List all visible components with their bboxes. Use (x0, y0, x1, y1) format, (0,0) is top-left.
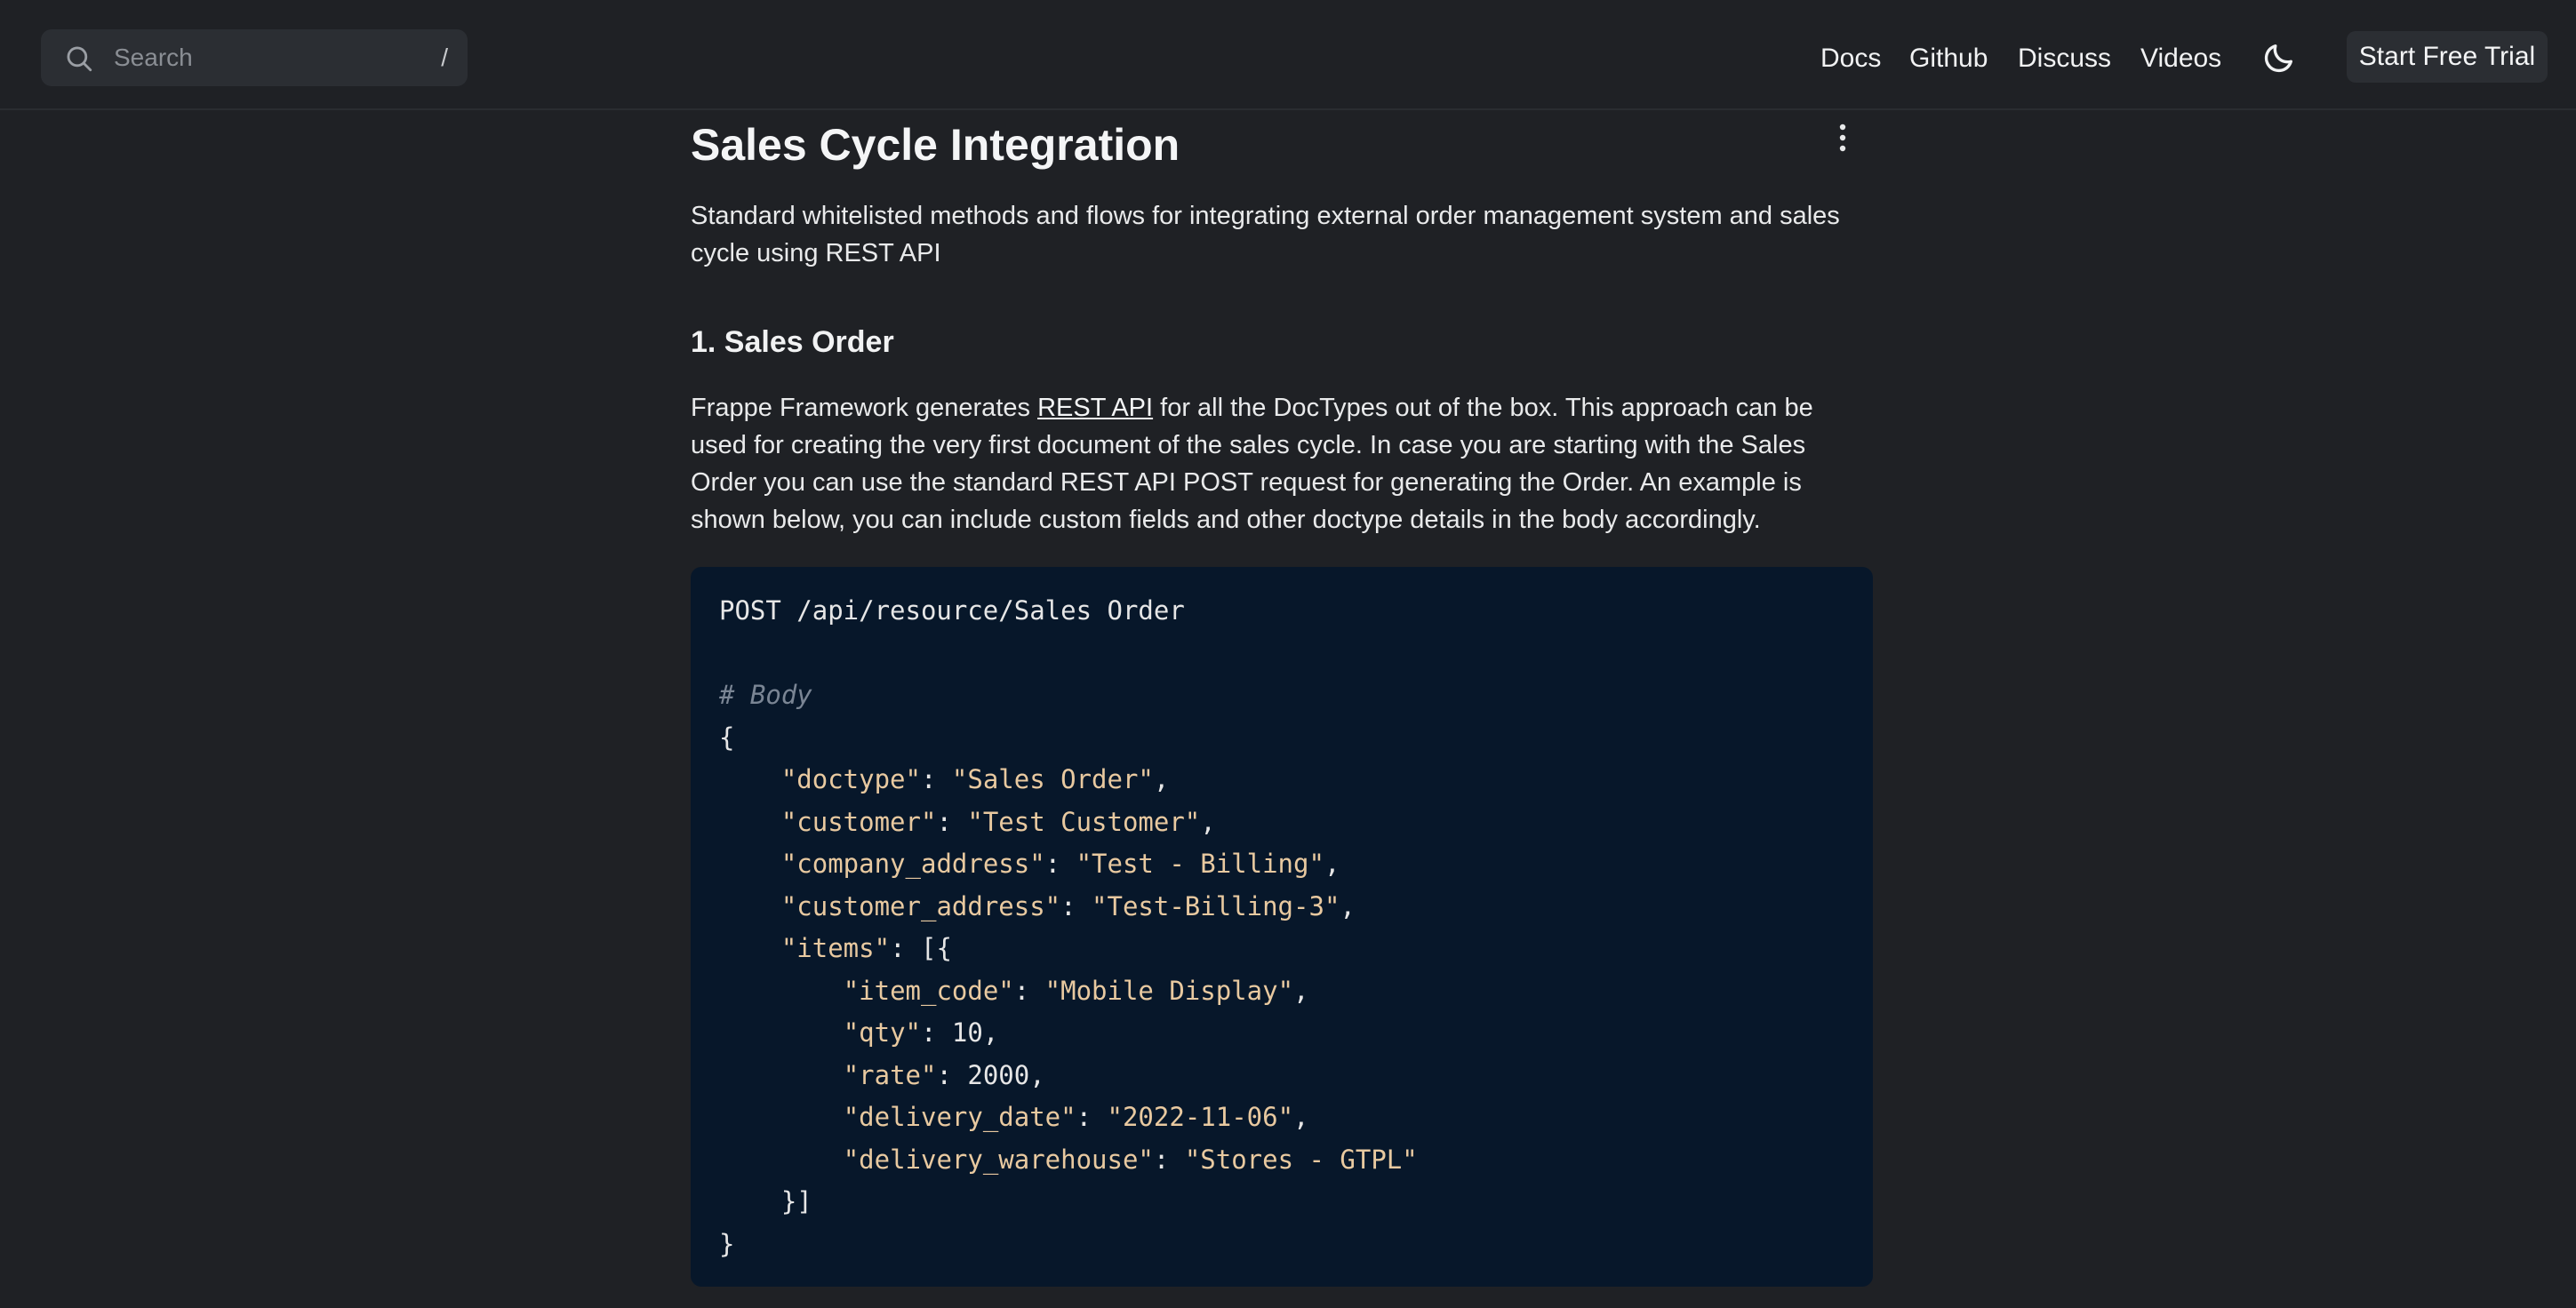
body-paragraph: Frappe Framework generates REST API for … (691, 389, 1873, 538)
moon-icon[interactable] (2261, 40, 2297, 76)
code-brace: }] (780, 1186, 812, 1216)
more-options-icon[interactable] (1834, 123, 1852, 153)
code-line: "customer_address": "Test-Billing-3", (780, 890, 1356, 921)
search-box[interactable]: / (41, 29, 468, 86)
intro-paragraph: Standard whitelisted methods and flows f… (691, 202, 1840, 267)
code-line: POST /api/resource/Sales Order (719, 590, 1844, 633)
code-line: } (719, 1224, 1844, 1266)
search-shortcut-hint: / (441, 44, 448, 71)
code-key: "items" (780, 933, 891, 963)
search-input[interactable] (112, 36, 432, 79)
code-key: "item_code" (843, 975, 1014, 1006)
code-line: "customer": "Test Customer", (780, 806, 1216, 837)
code-value: "Sales Order" (951, 764, 1154, 794)
code-key: "rate" (843, 1059, 937, 1090)
code-line: "items": [{ (780, 933, 952, 963)
code-key: "qty" (843, 1017, 921, 1048)
code-value: "2022-11-06" (1107, 1102, 1294, 1132)
code-brace: { (719, 722, 735, 753)
code-value: 10 (951, 1017, 983, 1048)
code-line: "rate": 2000, (843, 1059, 1045, 1090)
code-line: "item_code": "Mobile Display", (843, 975, 1309, 1006)
code-line: { (719, 717, 1844, 760)
code-line: "doctype": "Sales Order", (780, 764, 1170, 794)
code-line: "delivery_warehouse": "Stores - GTPL" (843, 1144, 1418, 1175)
code-line: }] (719, 1181, 1844, 1224)
code-value: "Mobile Display" (1044, 975, 1294, 1006)
nav-docs-link[interactable]: Docs (1820, 39, 1881, 78)
code-value: "Test - Billing" (1076, 849, 1324, 879)
rest-api-link[interactable]: REST API (1037, 394, 1153, 422)
search-icon (67, 46, 92, 72)
code-value: "Test-Billing-3" (1092, 890, 1340, 921)
code-line: "company_address": "Test - Billing", (780, 849, 1340, 879)
code-key: "delivery_date" (843, 1102, 1076, 1132)
page-title: Sales Cycle Integration (691, 120, 1180, 170)
code-line: "delivery_date": "2022-11-06", (843, 1102, 1309, 1132)
code-value: "Test Customer" (967, 806, 1201, 837)
nav-github-link[interactable]: Github (1909, 39, 1988, 78)
code-key: "customer_address" (780, 890, 1061, 921)
code-brace: } (719, 1228, 735, 1259)
start-free-trial-button[interactable]: Start Free Trial (2347, 31, 2548, 83)
code-block: POST /api/resource/Sales Order # Body { … (691, 567, 1873, 1287)
code-value: 2000 (967, 1059, 1030, 1090)
code-key: "doctype" (780, 764, 921, 794)
code-key: "delivery_warehouse" (843, 1144, 1154, 1175)
section-heading: 1. Sales Order (691, 325, 894, 359)
top-navbar: / Docs Github Discuss Videos Start Free … (0, 0, 2576, 110)
code-value: "Stores - GTPL" (1184, 1144, 1418, 1175)
code-line: # Body (719, 674, 1844, 717)
code-line: "qty": 10, (843, 1017, 999, 1048)
nav-discuss-link[interactable]: Discuss (2018, 39, 2111, 78)
paragraph-text: Frappe Framework generates (691, 394, 1038, 422)
request-line: POST /api/resource/Sales Order (719, 595, 1185, 626)
nav-videos-link[interactable]: Videos (2140, 39, 2221, 78)
code-key: "customer" (780, 806, 937, 837)
code-comment: # Body (719, 680, 812, 710)
code-key: "company_address" (780, 849, 1045, 879)
